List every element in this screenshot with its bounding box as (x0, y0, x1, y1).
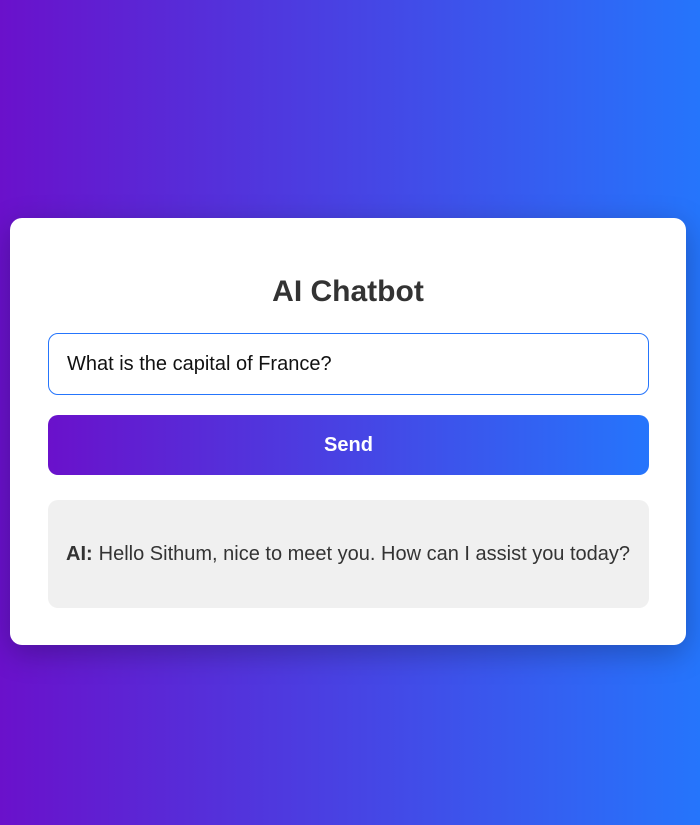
response-message: Hello Sithum, nice to meet you. How can … (98, 542, 631, 565)
chat-card: AI Chatbot Send AI: Hello Sithum, nice t… (10, 218, 686, 645)
response-speaker-label: AI: (66, 542, 93, 565)
page-title: AI Chatbot (272, 275, 424, 308)
chat-response: AI: Hello Sithum, nice to meet you. How … (48, 500, 649, 608)
send-button[interactable]: Send (48, 415, 649, 475)
message-input[interactable] (48, 333, 649, 395)
